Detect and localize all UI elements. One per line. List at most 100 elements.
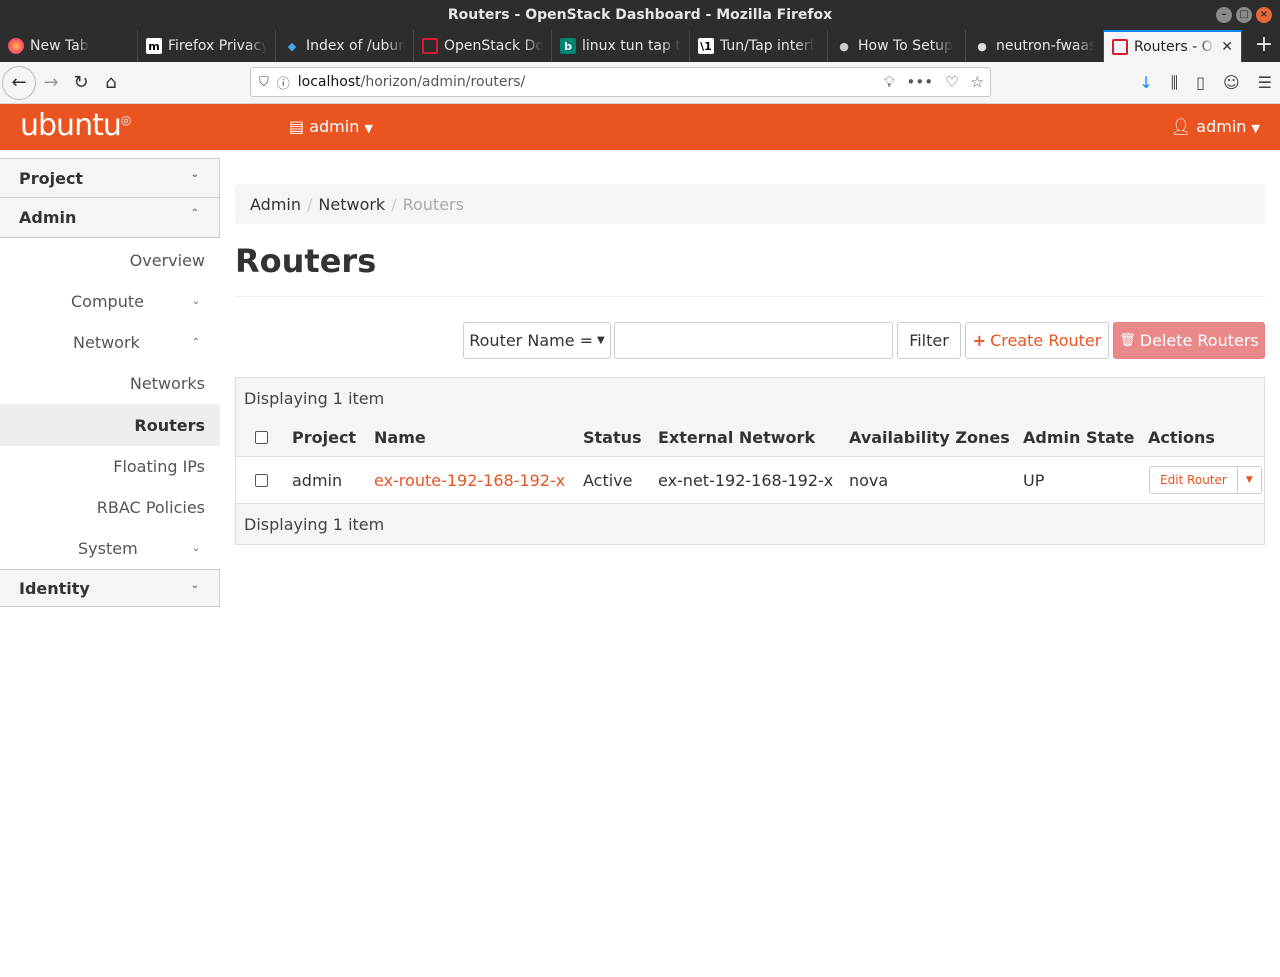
filter-button-label: Filter	[909, 331, 949, 350]
column-header-name[interactable]: Name	[374, 428, 426, 447]
sidebar-item-floating-ips[interactable]: Floating IPs	[0, 446, 220, 487]
filter-field-label: Router Name =	[469, 331, 594, 350]
linux-icon: ●	[839, 39, 849, 53]
table-toolbar: Router Name = ▼ Filter + Create Router 🗑…	[235, 322, 1265, 359]
account-icon[interactable]: ☺	[1223, 73, 1240, 93]
sidebar-item-label: Overview	[129, 251, 205, 270]
download-icon[interactable]: ↓	[1139, 73, 1152, 93]
info-icon[interactable]: ⓘ	[277, 73, 290, 92]
bookmark-star-icon[interactable]: ☆	[971, 73, 984, 91]
forward-icon[interactable]: →	[36, 68, 66, 98]
tab-bar: New Tab m Firefox Privacy ◆ Index of /ub…	[0, 30, 1280, 62]
tab-label: linux tun tap t	[582, 38, 681, 54]
close-window-icon[interactable]: ×	[1256, 7, 1272, 23]
tab-neutron-fwaas[interactable]: ● neutron-fwaas	[966, 30, 1104, 62]
column-header-actions: Actions	[1148, 427, 1215, 447]
column-header-external-network[interactable]: External Network	[658, 428, 815, 447]
bing-icon: b	[560, 38, 576, 54]
select-all-checkbox[interactable]	[255, 430, 268, 444]
back-icon[interactable]: ←	[2, 65, 36, 100]
column-header-availability-zones[interactable]: Availability Zones	[849, 428, 1010, 447]
lightbulb-icon[interactable]: 💡︎	[884, 73, 895, 91]
cell-availability-zones: nova	[849, 470, 889, 490]
url-path: /horizon/admin/routers/	[360, 74, 526, 90]
create-router-button[interactable]: + Create Router	[965, 322, 1109, 359]
more-actions-caret-icon[interactable]: ▼	[1237, 466, 1262, 494]
close-tab-icon[interactable]: ✕	[1221, 39, 1233, 55]
tab-openstack-docs[interactable]: OpenStack Docs	[414, 30, 552, 62]
openstack-icon	[1112, 39, 1128, 55]
github-icon: ●	[977, 39, 987, 53]
tab-label: How To Setup	[858, 38, 953, 54]
reload-icon[interactable]: ↻	[66, 68, 96, 98]
tab-index-of-ubuntu[interactable]: ◆ Index of /ubuntu	[276, 30, 414, 62]
column-header-status[interactable]: Status	[583, 428, 642, 447]
chevron-down-icon: ⌄	[190, 580, 199, 591]
user-icon: 👤︎	[1170, 117, 1192, 136]
sidebar-section-identity[interactable]: Identity ⌄	[0, 569, 220, 607]
tab-tun-tap-interface[interactable]: \1 Tun/Tap interf	[690, 30, 828, 62]
page-actions-icon[interactable]: •••	[907, 73, 934, 91]
breadcrumb-network[interactable]: Network	[318, 195, 385, 214]
new-tab-icon[interactable]: +	[1248, 30, 1280, 62]
delete-routers-button[interactable]: 🗑︎ Delete Routers	[1113, 322, 1265, 359]
sidebar-item-network[interactable]: Network ⌃	[0, 322, 220, 363]
sidebar-toggle-icon[interactable]: ▯	[1196, 73, 1205, 93]
sidebar-item-rbac-policies[interactable]: RBAC Policies	[0, 487, 220, 528]
minimize-icon[interactable]: –	[1216, 7, 1232, 23]
firefox-icon	[8, 38, 24, 54]
sidebar-section-label: Identity	[19, 578, 90, 598]
sidebar-section-project[interactable]: Project ⌄	[0, 158, 220, 198]
chevron-down-icon: ⌄	[190, 169, 199, 180]
tab-new-tab[interactable]: New Tab	[0, 30, 138, 62]
breadcrumb-admin[interactable]: Admin	[250, 195, 301, 214]
project-icon: ▤	[289, 117, 305, 136]
row-checkbox[interactable]	[255, 473, 268, 487]
tab-label: Firefox Privacy	[168, 38, 267, 54]
m-icon: m	[146, 38, 162, 54]
home-icon[interactable]: ⌂	[96, 68, 126, 98]
sidebar-item-label: Networks	[129, 374, 205, 393]
chevron-up-icon: ⌃	[191, 337, 200, 348]
url-host: localhost	[297, 74, 361, 90]
sidebar-item-compute[interactable]: Compute ⌄	[0, 281, 220, 322]
delete-routers-label: Delete Routers	[1139, 331, 1259, 350]
tab-linux-tun-tap[interactable]: b linux tun tap t	[552, 30, 690, 62]
sidebar-item-label: RBAC Policies	[96, 498, 205, 517]
ubuntu-logo[interactable]: ubuntu◎	[20, 108, 131, 143]
column-header-admin-state[interactable]: Admin State	[1023, 428, 1134, 447]
router-name-link[interactable]: ex-route-192-168-192-x	[374, 471, 565, 490]
cell-admin-state: UP	[1023, 470, 1045, 490]
sidebar-section-admin[interactable]: Admin ⌃	[0, 198, 220, 238]
caret-down-icon: ▼	[597, 335, 605, 346]
tab-routers[interactable]: Routers - Op ✕	[1104, 30, 1242, 62]
pocket-icon[interactable]: ♡	[945, 73, 958, 91]
cell-status: Active	[583, 470, 633, 490]
url-bar[interactable]: ⛉ ⓘ localhost/horizon/admin/routers/ 💡︎ …	[250, 67, 991, 97]
window-title: Routers - OpenStack Dashboard - Mozilla …	[447, 7, 833, 23]
url-text[interactable]: localhost/horizon/admin/routers/	[298, 74, 526, 90]
project-menu[interactable]: ▤ admin ▼	[289, 117, 373, 136]
chevron-down-icon: ⌄	[191, 296, 200, 307]
sidebar-item-overview[interactable]: Overview	[0, 240, 220, 281]
edit-router-button[interactable]: Edit Router	[1149, 466, 1238, 494]
user-menu[interactable]: 👤︎ admin ▼	[1171, 117, 1260, 136]
window-controls: – □ ×	[1216, 7, 1272, 23]
sidebar-item-networks[interactable]: Networks	[0, 363, 220, 404]
filter-button[interactable]: Filter	[897, 322, 961, 359]
sidebar-item-label: Routers	[134, 415, 205, 435]
maximize-icon[interactable]: □	[1236, 7, 1252, 23]
sidebar-item-routers[interactable]: Routers	[0, 404, 220, 446]
column-header-project[interactable]: Project	[292, 428, 356, 447]
tab-firefox-privacy[interactable]: m Firefox Privacy	[138, 30, 276, 62]
filter-field-dropdown[interactable]: Router Name = ▼	[463, 322, 611, 359]
caret-down-icon: ▼	[1251, 122, 1260, 135]
tab-how-to-setup[interactable]: ● How To Setup	[828, 30, 966, 62]
filter-input[interactable]	[615, 323, 892, 358]
shield-icon[interactable]: ⛉	[259, 75, 269, 90]
sidebar-item-system[interactable]: System ⌄	[0, 528, 220, 569]
library-icon[interactable]: ⫼	[1171, 73, 1178, 93]
tab-label: neutron-fwaas	[996, 38, 1095, 54]
window-titlebar: Routers - OpenStack Dashboard - Mozilla …	[0, 0, 1280, 30]
menu-icon[interactable]: ☰	[1258, 73, 1272, 93]
